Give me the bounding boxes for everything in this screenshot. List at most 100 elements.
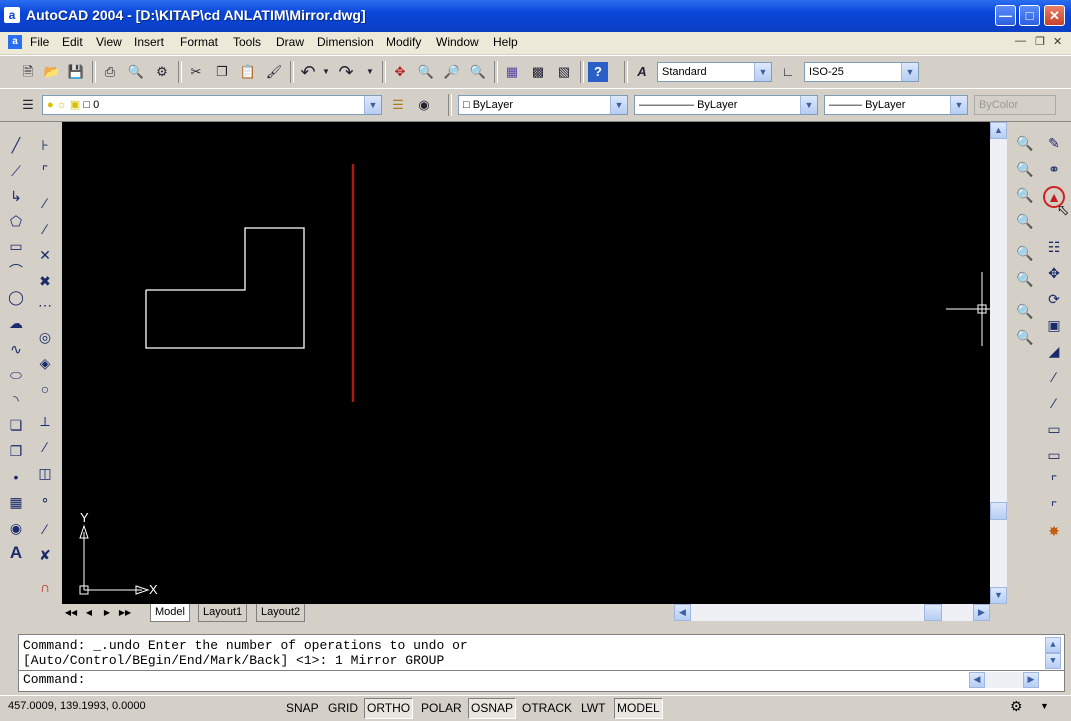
break-at-point-icon[interactable]: ▭ [1043,418,1065,440]
redo-dropdown-icon[interactable]: ▼ [360,62,380,82]
zoom-dynamic-icon[interactable]: 🔍 [1014,158,1036,180]
zoom-previous-icon[interactable]: 🔍 [468,62,488,82]
zoom-center-icon[interactable]: 🔍 [1014,210,1036,232]
undo-icon[interactable]: ↶ [298,62,318,82]
zoom-realtime-icon[interactable]: 🔍 [416,62,436,82]
explode-icon[interactable]: ✸ [1043,520,1065,542]
l-shape-polyline[interactable] [145,227,305,349]
scroll-down-button[interactable]: ▼ [990,587,1007,604]
vertical-scrollbar[interactable]: ▲ ▼ [990,122,1007,604]
menu-dimension[interactable]: Dimension [317,35,374,49]
command-scroll-right[interactable]: ▶ [1023,672,1039,688]
scroll-up-button[interactable]: ▲ [990,122,1007,139]
command-scroll-left[interactable]: ◀ [969,672,985,688]
stretch-icon[interactable]: ◢ [1043,340,1065,362]
menu-insert[interactable]: Insert [134,35,164,49]
scroll-right-button[interactable]: ▶ [973,604,990,621]
doc-restore-icon[interactable]: ❐ [1035,35,1045,48]
snap-extension-icon[interactable]: ⋯ [34,294,56,316]
dim-style-select[interactable]: ISO-25 ▼ [804,62,919,82]
chamfer-icon[interactable]: ⌜ [1043,470,1065,492]
construction-line-icon[interactable]: ⟋ [5,160,27,182]
properties-icon[interactable]: ▦ [502,62,522,82]
minimize-button[interactable]: — [995,5,1016,26]
layer-select[interactable]: ● ☼ ▣ □ 0 ▼ [42,95,382,115]
copy-icon[interactable]: ❐ [212,62,232,82]
command-scrollbar[interactable]: ▲ ▼ [1045,637,1061,669]
polygon-icon[interactable]: ⬠ [5,210,27,232]
menu-edit[interactable]: Edit [62,35,83,49]
status-toggle-snap[interactable]: SNAP [283,698,322,719]
snap-center-icon[interactable]: ◎ [34,326,56,348]
snap-none-icon[interactable]: ✘ [34,544,56,566]
undo-dropdown-icon[interactable]: ▼ [316,62,336,82]
snap-perpendicular-icon[interactable]: ⟂ [34,410,56,432]
snap-tangent-icon[interactable]: ○ [34,378,56,400]
snap-nearest-icon[interactable]: ∕ [34,518,56,540]
doc-minimize-icon[interactable]: — [1015,35,1026,47]
save-icon[interactable]: 💾 [66,62,86,82]
make-layer-current-icon[interactable]: ☰ [388,95,408,115]
snap-intersection-icon[interactable]: ✕ [34,244,56,266]
document-icon[interactable]: a [8,35,22,49]
status-toggle-osnap[interactable]: OSNAP [468,698,517,719]
zoom-all-icon[interactable]: 🔍 [1014,300,1036,322]
status-toggle-polar[interactable]: POLAR [418,698,465,719]
maximize-button[interactable]: □ [1019,5,1040,26]
redo-icon[interactable]: ↷ [336,62,356,82]
menu-tools[interactable]: Tools [233,35,261,49]
ellipse-arc-icon[interactable]: ◝ [5,389,27,411]
tab-model[interactable]: Model [150,604,190,622]
command-prompt[interactable]: Command: [23,672,85,687]
zoom-out-icon[interactable]: 🔍 [1014,268,1036,290]
help-icon[interactable]: ? [588,62,608,82]
menu-window[interactable]: Window [436,35,479,49]
first-tab-icon[interactable]: ◀◀ [64,605,78,620]
lineweight-select[interactable]: ——— ByLayer ▼ [824,95,968,115]
coordinates-readout[interactable]: 457.0009, 139.1993, 0.0000 [8,700,146,712]
hatch-icon[interactable]: ▦ [5,491,27,513]
zoom-window-icon[interactable]: 🔎 [442,62,462,82]
trim-icon[interactable]: ∕ [1043,366,1065,388]
status-toggle-lwt[interactable]: LWT [578,698,608,719]
last-tab-icon[interactable]: ▶▶ [118,605,132,620]
match-properties-icon[interactable]: 🖌 [264,62,284,82]
insert-block-icon[interactable]: ❏ [5,414,27,436]
doc-close-icon[interactable]: ✕ [1053,35,1062,48]
polyline-icon[interactable]: ↳ [5,185,27,207]
design-center-icon[interactable]: ▩ [528,62,548,82]
scroll-left-button[interactable]: ◀ [674,604,691,621]
scroll-thumb[interactable] [990,502,1007,520]
spline-icon[interactable]: ∿ [5,338,27,360]
rectangle-icon[interactable]: ▭ [5,235,27,257]
zoom-window-icon[interactable]: 🔍 [1014,132,1036,154]
menu-view[interactable]: View [96,35,122,49]
region-icon[interactable]: ◉ [5,517,27,539]
temporary-tracking-icon[interactable]: ⊦ [34,134,56,156]
pan-icon[interactable]: ✥ [390,62,410,82]
drawing-area[interactable]: Y X [62,122,990,604]
snap-from-icon[interactable]: ⌜ [34,160,56,182]
ellipse-icon[interactable]: ⬭ [5,364,27,386]
extend-icon[interactable]: ∕ [1043,392,1065,414]
status-menu-icon[interactable]: ▼ [1040,701,1049,711]
point-icon[interactable]: • [5,466,27,488]
circle-icon[interactable]: ◯ [5,286,27,308]
zoom-extents-icon[interactable]: 🔍 [1014,326,1036,348]
status-toggle-ortho[interactable]: ORTHO [364,698,414,719]
status-toggle-grid[interactable]: GRID [325,698,361,719]
cut-icon[interactable]: ✂ [186,62,206,82]
menu-help[interactable]: Help [493,35,518,49]
layer-manager-icon[interactable]: ☰ [18,95,38,115]
text-style-select[interactable]: Standard ▼ [657,62,772,82]
linetype-select[interactable]: ————— ByLayer ▼ [634,95,818,115]
next-tab-icon[interactable]: ▶ [100,605,114,620]
communication-center-icon[interactable]: ⚙ [1010,698,1023,715]
tab-layout1[interactable]: Layout1 [198,604,248,622]
menu-draw[interactable]: Draw [276,35,304,49]
plot-icon[interactable]: ⎙ [100,62,120,82]
open-icon[interactable]: 📂 [42,62,62,82]
snap-apparent-intersection-icon[interactable]: ✖ [34,270,56,292]
command-hscrollbar[interactable]: ◀ ▶ [969,672,1039,688]
arc-icon[interactable]: ⌒ [5,260,27,282]
